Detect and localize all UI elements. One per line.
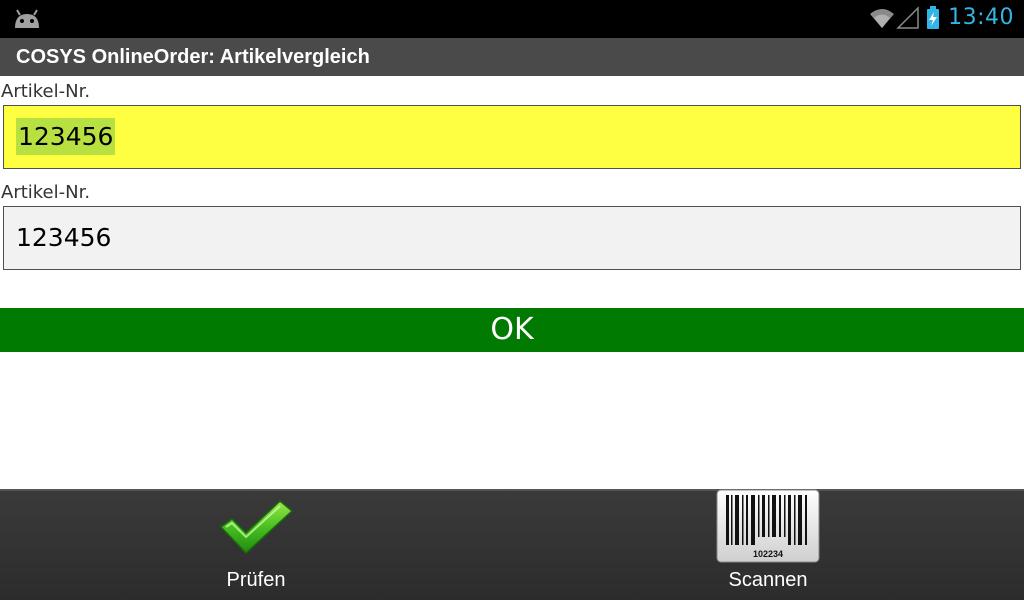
wifi-icon — [870, 9, 894, 28]
scan-button[interactable]: 102234 Scannen — [512, 489, 1024, 600]
scan-button-label: Scannen — [728, 569, 808, 591]
barcode-icon: 102234 — [716, 489, 820, 563]
article-number-value-1: 123456 — [16, 118, 116, 155]
article-number-value-2: 123456 — [16, 223, 112, 252]
article-number-input-2[interactable]: 123456 — [3, 206, 1021, 270]
checkmark-icon — [220, 500, 293, 554]
bottom-action-bar: Prüfen 102234 Scannen — [0, 489, 1024, 600]
battery-charging-icon — [927, 6, 939, 29]
barcode-number: 102234 — [753, 549, 783, 559]
check-button[interactable]: Prüfen — [0, 491, 512, 600]
android-icon — [15, 9, 39, 28]
result-banner: OK — [0, 308, 1024, 352]
status-icons — [870, 6, 939, 29]
check-button-label: Prüfen — [226, 569, 286, 591]
article-number-label-2: Artikel-Nr. — [1, 182, 91, 203]
signal-icon — [896, 6, 919, 29]
status-bar: 13:40 — [0, 0, 1024, 38]
page-title: COSYS OnlineOrder: Artikelvergleich — [0, 38, 1024, 76]
article-number-label-1: Artikel-Nr. — [1, 81, 91, 102]
article-number-input-1[interactable]: 123456 — [3, 105, 1021, 169]
clock: 13:40 — [948, 5, 1014, 30]
